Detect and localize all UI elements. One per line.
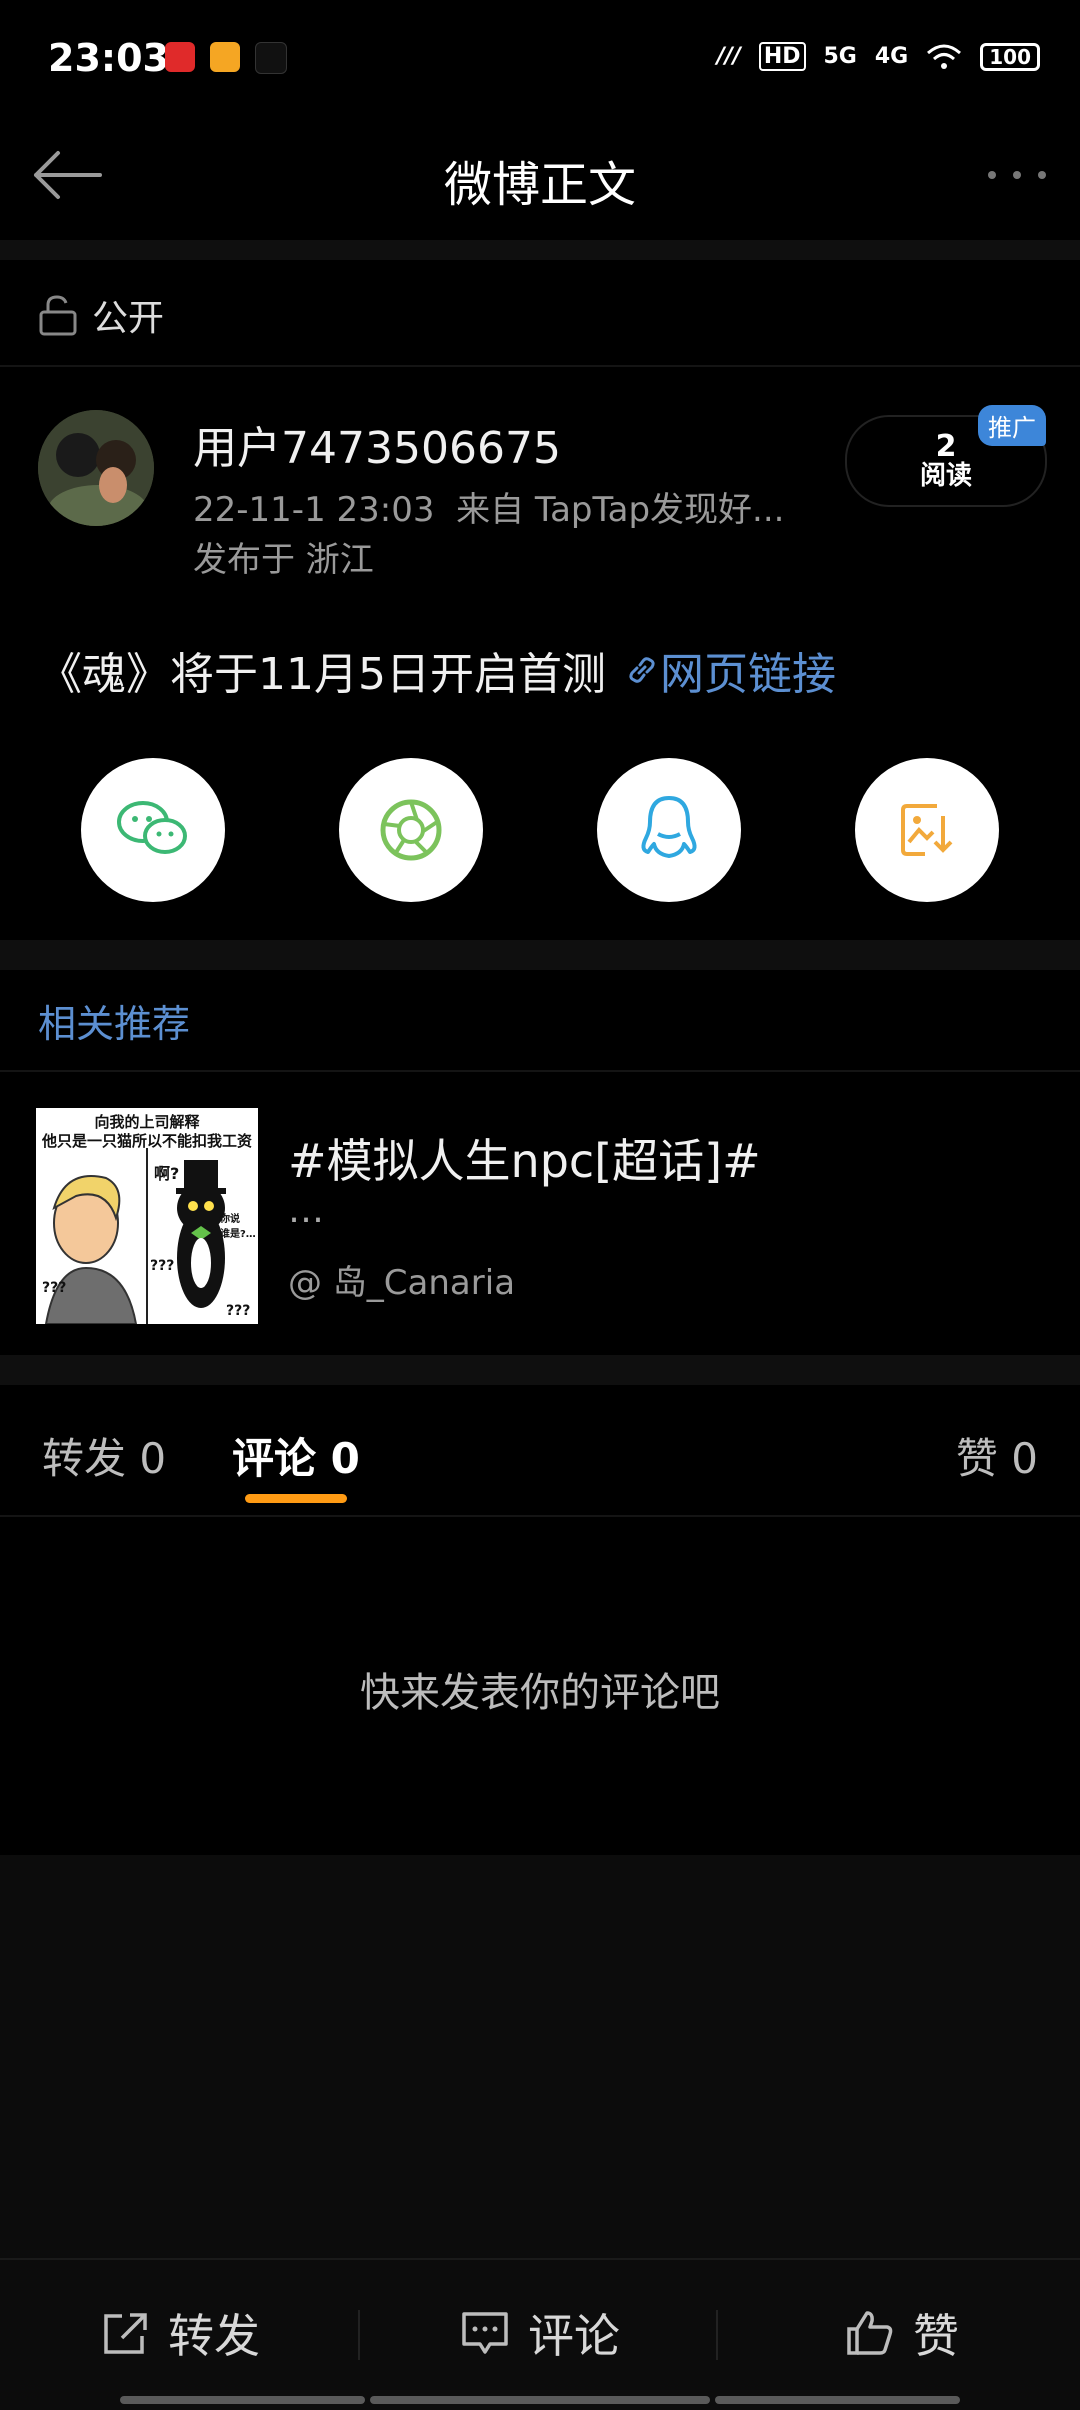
- comments-empty-text: 快来发表你的评论吧: [360, 1670, 720, 1716]
- comment-button[interactable]: 评论: [460, 2300, 620, 2366]
- link-icon: [629, 657, 655, 683]
- status-bar: 23:03 /// HD 5G 4G 100: [0, 0, 1080, 125]
- related-title: 相关推荐: [38, 1002, 191, 1046]
- more-options-icon[interactable]: [982, 150, 1052, 200]
- divider: [0, 365, 1080, 367]
- thumb-caption-2: 他只是一只猫所以不能扣我工资: [41, 1132, 252, 1150]
- related-item-title[interactable]: #模拟人生npc[超话]#: [288, 1125, 761, 1191]
- gesture-bar: [715, 2396, 960, 2404]
- tab-repost[interactable]: 转发 0: [42, 1425, 166, 1486]
- repost-button[interactable]: 转发: [100, 2300, 260, 2366]
- thumb-text-e: 你说 谁是?…: [220, 1214, 256, 1240]
- like-label: 赞: [913, 2309, 959, 2363]
- empty-area: [0, 1855, 1080, 2260]
- divider: [0, 1070, 1080, 1072]
- section-divider: [0, 940, 1080, 970]
- web-link[interactable]: 网页链接: [624, 638, 836, 702]
- read-label: 阅读: [919, 461, 972, 491]
- avatar[interactable]: [38, 410, 154, 526]
- gesture-bar: [370, 2396, 710, 2404]
- thumb-caption-1: 向我的上司解释: [94, 1113, 200, 1131]
- thumb-text-d: ???: [42, 1280, 67, 1296]
- post-meta: 22-11-1 23:03 来自 TapTap发现好...: [193, 482, 784, 531]
- post-source[interactable]: 来自 TapTap发现好...: [456, 490, 784, 530]
- repost-icon: [104, 2313, 147, 2354]
- battery-icon: 100: [980, 42, 1040, 71]
- netease-music-icon: [165, 42, 195, 72]
- share-qq-button[interactable]: [597, 758, 741, 902]
- read-count: 2: [935, 429, 957, 464]
- page-title: 微博正文: [443, 157, 636, 213]
- share-wechat-button[interactable]: [81, 758, 225, 902]
- save-image-button[interactable]: [855, 758, 999, 902]
- tiktok-icon: [255, 42, 287, 74]
- avatar-image: [38, 410, 154, 526]
- visibility-indicator: 公开: [38, 285, 164, 345]
- qq-icon: [641, 796, 697, 858]
- save-image-icon: [901, 804, 953, 856]
- wifi-icon: [927, 44, 962, 69]
- gesture-bar: [120, 2396, 365, 2404]
- hd-icon: HD: [758, 42, 806, 71]
- like-button[interactable]: 赞: [845, 2300, 959, 2366]
- related-item-user[interactable]: @ 岛_Canaria: [288, 1255, 515, 1304]
- moments-icon: [380, 799, 442, 861]
- signal-4g-icon: 4G: [874, 44, 909, 69]
- status-indicators: /// HD 5G 4G 100: [717, 42, 1040, 71]
- web-link-label: 网页链接: [659, 649, 836, 700]
- tab-like[interactable]: 赞 0: [956, 1425, 1038, 1486]
- weibo-app-icon: [210, 42, 240, 72]
- related-item-more: …: [288, 1190, 328, 1231]
- wechat-icon: [117, 801, 187, 854]
- comment-label: 评论: [528, 2309, 620, 2363]
- signal-5g-icon: 5G: [823, 44, 857, 69]
- unlock-icon: [39, 295, 77, 336]
- post-text: 《魂》将于11月5日开启首测: [38, 649, 606, 700]
- bar-separator: [358, 2310, 360, 2360]
- share-moments-button[interactable]: [339, 758, 483, 902]
- post-location: 发布于 浙江: [193, 540, 374, 580]
- visibility-label: 公开: [92, 298, 165, 339]
- divider: [0, 1515, 1080, 1517]
- bar-separator: [716, 2310, 718, 2360]
- tab-indicator: [245, 1494, 347, 1503]
- post-date: 22-11-1 23:03: [193, 490, 435, 530]
- promo-badge[interactable]: 推广: [978, 405, 1046, 446]
- thumb-text-a: 啊?: [154, 1164, 180, 1183]
- tab-comment[interactable]: 评论 0: [232, 1425, 360, 1486]
- status-time: 23:03: [48, 36, 169, 80]
- thumb-text-b: ???: [150, 1258, 175, 1274]
- signal-speed-icon: ///: [716, 44, 741, 69]
- username[interactable]: 用户7473506675: [193, 412, 561, 476]
- repost-label: 转发: [168, 2309, 260, 2363]
- comment-icon: [462, 2312, 508, 2354]
- post-content: 《魂》将于11月5日开启首测 网页链接: [38, 638, 836, 702]
- thumb-text-c: ???: [226, 1303, 251, 1319]
- thumbs-up-icon: [847, 2311, 893, 2355]
- section-divider: [0, 1355, 1080, 1385]
- related-thumbnail[interactable]: 向我的上司解释 他只是一只猫所以不能扣我工资 啊? ??? ??? ??? 你说…: [36, 1108, 258, 1324]
- section-divider: [0, 240, 1080, 260]
